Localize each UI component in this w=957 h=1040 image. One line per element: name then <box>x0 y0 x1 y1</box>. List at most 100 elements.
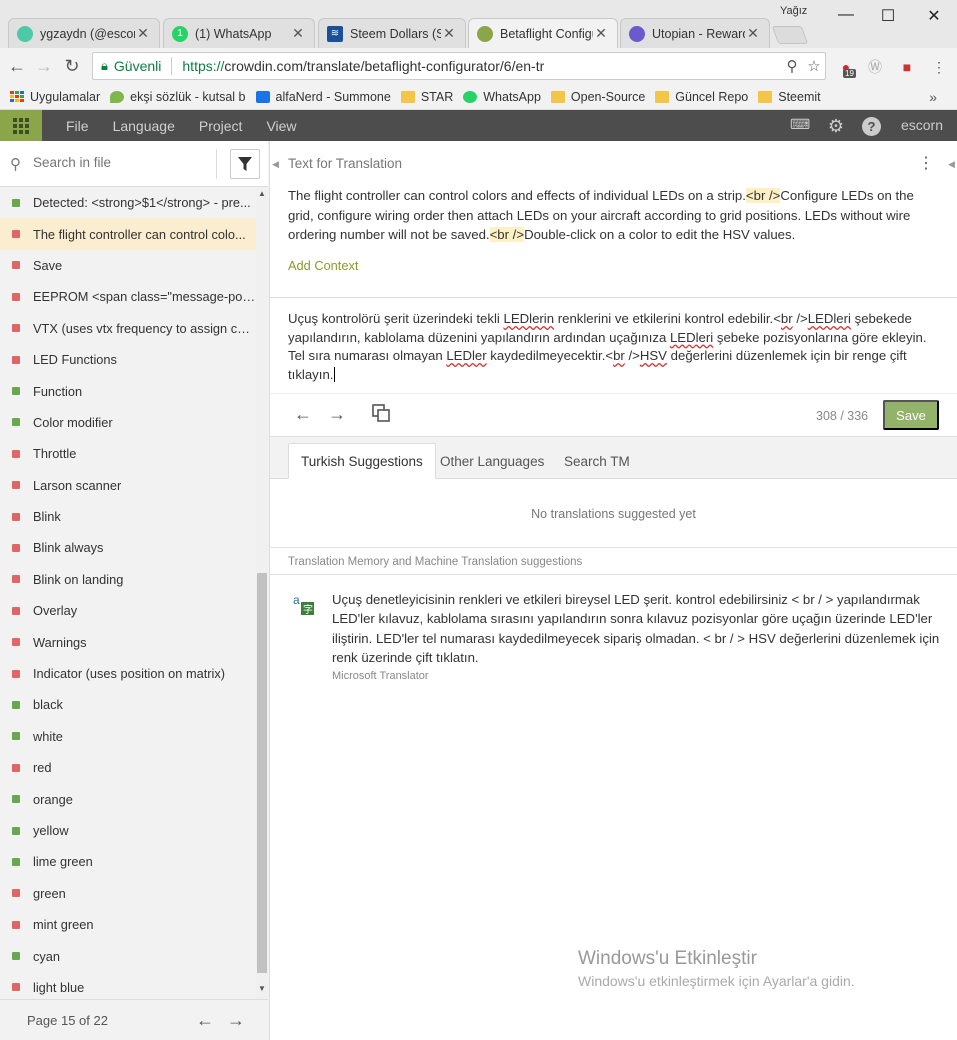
profile-name[interactable]: Yağız <box>780 5 807 17</box>
string-list-item[interactable]: orange <box>0 783 256 814</box>
menu-view[interactable]: View <box>266 118 296 134</box>
string-list-item[interactable]: Larson scanner <box>0 470 256 501</box>
string-list-item[interactable]: VTX (uses vtx frequency to assign col... <box>0 313 256 344</box>
string-label: Blink on landing <box>33 571 124 587</box>
string-list-item[interactable]: Detected: <strong>$1</strong> - pre... <box>0 187 256 218</box>
add-context-link[interactable]: Add Context <box>288 258 358 273</box>
bookmark-alfanerd[interactable]: alfaNerd - Summone <box>255 90 391 104</box>
reload-icon[interactable]: ↻ <box>60 54 84 78</box>
html-tag-placeholder[interactable]: <br /> <box>489 227 525 242</box>
string-list-item[interactable]: yellow <box>0 815 256 846</box>
pager: Page 15 of 22 ← → <box>0 999 268 1040</box>
close-tab-icon[interactable]: ✕ <box>593 25 609 42</box>
close-window-icon[interactable]: ✕ <box>920 6 948 26</box>
close-tab-icon[interactable]: ✕ <box>290 25 306 42</box>
string-list-item[interactable]: red <box>0 752 256 783</box>
string-list-item[interactable]: lime green <box>0 846 256 877</box>
menu-project[interactable]: Project <box>199 118 243 134</box>
forward-icon[interactable]: → <box>32 54 56 78</box>
search-bar: ⚲ <box>0 141 268 187</box>
string-list-item[interactable]: cyan <box>0 940 256 971</box>
previous-string-icon[interactable]: ← <box>294 404 312 425</box>
scroll-up-icon[interactable]: ▲ <box>258 189 266 198</box>
more-options-icon[interactable]: ⋮ <box>918 153 934 173</box>
browser-tab-2[interactable]: 1 (1) WhatsApp ✕ <box>163 18 315 48</box>
string-list-item[interactable]: black <box>0 689 256 720</box>
bookmark-apps[interactable]: Uygulamalar <box>10 90 100 104</box>
user-name[interactable]: escorn <box>901 117 943 133</box>
bookmark-star-icon[interactable]: ☆ <box>803 57 825 75</box>
search-icon[interactable]: ⚲ <box>781 57 803 75</box>
browser-tab-3[interactable]: ≋ Steem Dollars (SB ✕ <box>318 18 466 48</box>
string-list-item[interactable]: LED Functions <box>0 344 256 375</box>
more-bookmarks-icon[interactable]: » <box>929 89 937 105</box>
help-icon[interactable]: ? <box>862 117 881 136</box>
collapse-left-icon[interactable]: ◀ <box>272 159 280 170</box>
address-bar[interactable]: 🔒︎ Güvenli https://crowdin.com/translate… <box>92 52 826 80</box>
string-label: cyan <box>33 948 61 964</box>
string-list-scrollbar[interactable]: ▲ ▼ <box>256 187 268 999</box>
browser-tab-1[interactable]: ygzaydn (@escor ✕ <box>8 18 160 48</box>
bookmark-open-source[interactable]: Open-Source <box>550 90 645 104</box>
string-list-item[interactable]: Blink always <box>0 532 256 563</box>
string-list-item[interactable]: green <box>0 878 256 909</box>
url-text[interactable]: https://crowdin.com/translate/betaflight… <box>182 58 781 74</box>
tab-other-languages[interactable]: Other Languages <box>428 443 556 479</box>
string-label: Detected: <strong>$1</strong> - pre... <box>33 195 251 211</box>
string-list-item[interactable]: Throttle <box>0 438 256 469</box>
string-list-item[interactable]: light blue <box>0 972 256 999</box>
collapse-right-icon[interactable]: ◀ <box>948 159 956 170</box>
menu-file[interactable]: File <box>66 118 89 134</box>
string-list-item[interactable]: white <box>0 721 256 752</box>
previous-page-icon[interactable]: ← <box>196 1010 214 1031</box>
save-button[interactable]: Save <box>883 400 939 430</box>
browser-tab-5[interactable]: Utopian - Reward ✕ <box>620 18 770 48</box>
string-list-item[interactable]: Indicator (uses position on matrix) <box>0 658 256 689</box>
microsoft-translator-icon: a 字 <box>292 593 314 615</box>
string-list-item[interactable]: Save <box>0 250 256 281</box>
chrome-menu-icon[interactable]: ⋮ <box>928 56 950 78</box>
close-tab-icon[interactable]: ✕ <box>135 25 151 42</box>
close-tab-icon[interactable]: ✕ <box>441 25 457 42</box>
filter-button[interactable] <box>230 149 260 179</box>
bookmark-star[interactable]: STAR <box>400 90 453 104</box>
minimize-icon[interactable]: — <box>832 6 860 26</box>
extension-red-icon[interactable]: ■ <box>896 56 918 78</box>
search-input[interactable] <box>33 155 208 170</box>
tab-search-tm[interactable]: Search TM <box>552 443 642 479</box>
extension-wordpress-icon[interactable]: Ⓦ <box>864 56 886 78</box>
string-list-item[interactable]: Overlay <box>0 595 256 626</box>
next-string-icon[interactable]: → <box>328 404 346 425</box>
string-list-item[interactable]: Color modifier <box>0 407 256 438</box>
next-page-icon[interactable]: → <box>227 1010 245 1031</box>
scrollbar-thumb[interactable] <box>257 573 267 973</box>
tab-turkish-suggestions[interactable]: Turkish Suggestions <box>288 443 436 479</box>
translation-textarea[interactable]: Uçuş kontrolörü şerit üzerindeki tekli L… <box>288 310 928 384</box>
close-tab-icon[interactable]: ✕ <box>745 25 761 42</box>
bookmark-eksi[interactable]: ekşi sözlük - kutsal b <box>110 90 246 104</box>
bookmark-steemit[interactable]: Steemit <box>758 90 821 104</box>
string-list-item[interactable]: mint green <box>0 909 256 940</box>
scroll-down-icon[interactable]: ▼ <box>258 984 266 993</box>
string-list-item[interactable]: EEPROM <span class="message-posi... <box>0 281 256 312</box>
html-tag-placeholder[interactable]: <br /> <box>745 188 781 203</box>
maximize-icon[interactable]: ☐ <box>874 6 902 26</box>
string-list-item[interactable]: Blink <box>0 501 256 532</box>
bookmark-guncel-repo[interactable]: Güncel Repo <box>655 90 748 104</box>
string-label: Function <box>33 383 83 399</box>
menu-language[interactable]: Language <box>113 118 175 134</box>
browser-tab-4[interactable]: Betaflight Configu ✕ <box>468 18 618 48</box>
string-list-item[interactable]: Blink on landing <box>0 564 256 595</box>
keyboard-icon[interactable]: ⌨ <box>790 116 810 136</box>
string-list-item[interactable]: The flight controller can control colo..… <box>0 218 256 250</box>
new-tab-button[interactable] <box>771 26 809 44</box>
bookmark-whatsapp[interactable]: WhatsApp <box>463 90 541 104</box>
apps-menu-button[interactable] <box>0 110 42 141</box>
machine-translation-suggestion[interactable]: Uçuş denetleyicisinin renkleri ve etkile… <box>332 590 942 667</box>
string-list-item[interactable]: Function <box>0 375 256 406</box>
back-icon[interactable]: ← <box>5 54 29 78</box>
string-list-item[interactable]: Warnings <box>0 626 256 657</box>
copy-source-icon[interactable] <box>372 404 390 427</box>
gear-icon[interactable]: ⚙ <box>826 116 846 136</box>
translation-text-segment: kaydedilmeyecektir.< <box>486 348 614 363</box>
